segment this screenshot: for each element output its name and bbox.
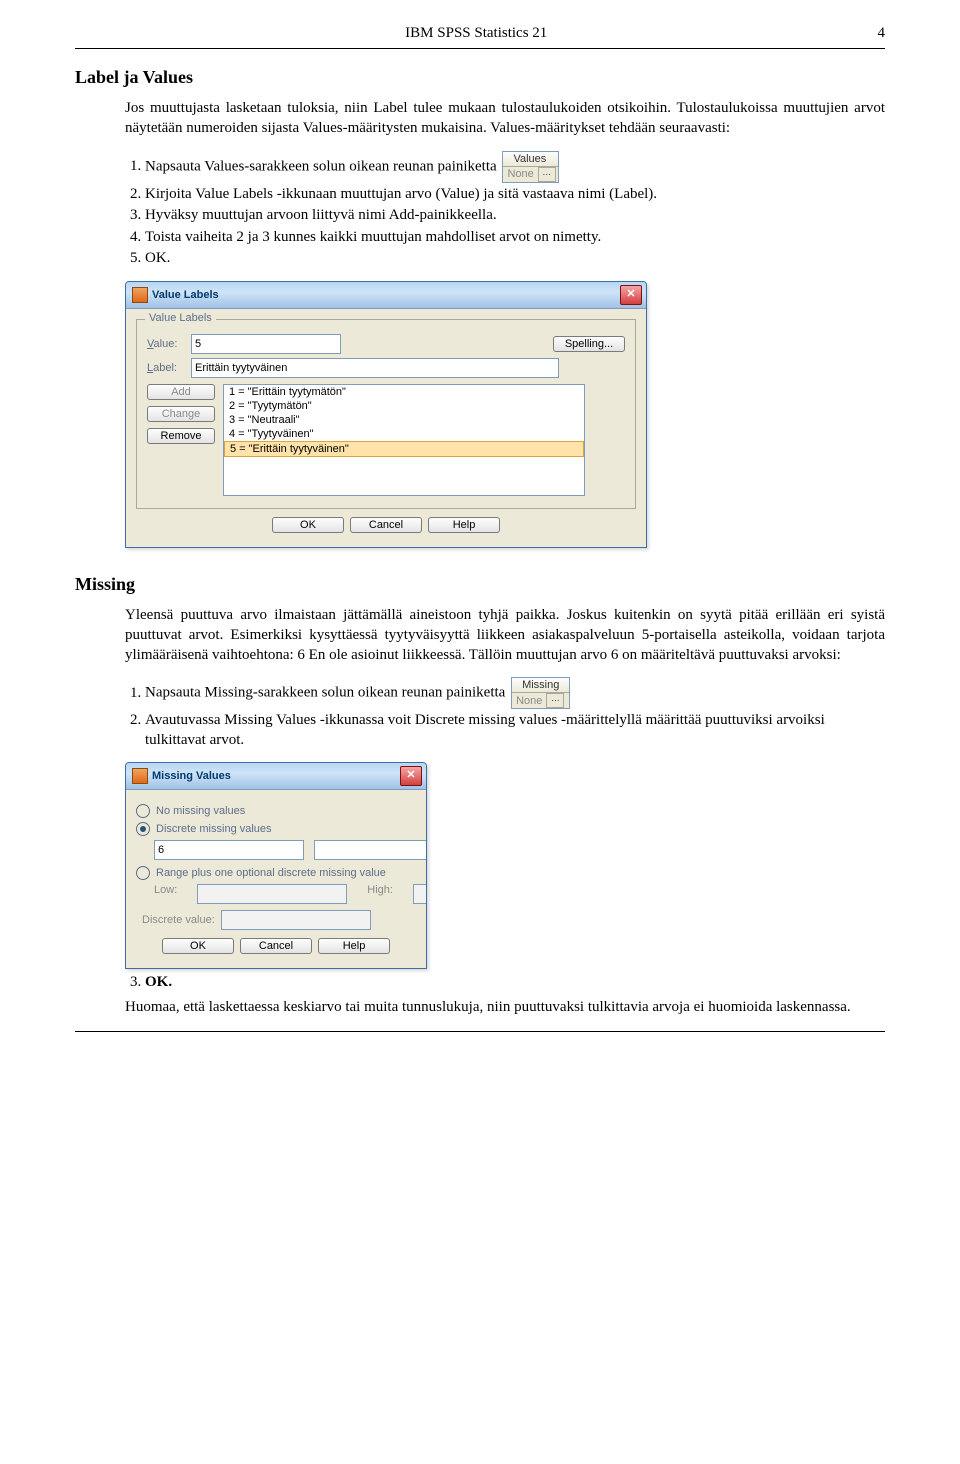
- values-cell-value: None: [507, 167, 533, 181]
- low-input: [197, 884, 347, 904]
- section1-intro: Jos muuttujasta lasketaan tuloksia, niin…: [125, 98, 885, 139]
- spelling-button[interactable]: Spelling...: [553, 336, 625, 352]
- ok-button[interactable]: OK: [272, 517, 344, 533]
- list-item: Toista vaiheita 2 ja 3 kunnes kaikki muu…: [145, 228, 885, 248]
- radio-range-plus[interactable]: Range plus one optional discrete missing…: [136, 866, 416, 880]
- help-button[interactable]: Help: [318, 938, 390, 954]
- discrete-range-value: [221, 910, 371, 930]
- value-labels-group: Value Labels Value: Spelling... Label: A…: [136, 319, 636, 509]
- group-legend: Value Labels: [145, 312, 216, 324]
- discrete-value-2[interactable]: [314, 840, 427, 860]
- ok-button[interactable]: OK: [162, 938, 234, 954]
- value-labels-list[interactable]: 1 = "Erittäin tyytymätön" 2 = "Tyytymätö…: [223, 384, 585, 496]
- missing-col-header: Missing: [512, 678, 569, 693]
- app-icon: [132, 768, 148, 784]
- page-number: 4: [877, 25, 885, 42]
- section-heading-missing: Missing: [75, 574, 885, 595]
- list-item[interactable]: 2 = "Tyytymätön": [224, 399, 584, 413]
- section-heading-label-values: Label ja Values: [75, 67, 885, 88]
- help-button[interactable]: Help: [428, 517, 500, 533]
- list-item: Napsauta Missing-sarakkeen solun oikean …: [145, 677, 885, 709]
- close-icon[interactable]: ✕: [400, 766, 422, 786]
- dialog-title: Missing Values: [152, 770, 231, 782]
- radio-icon: [136, 804, 150, 818]
- discrete-value-label: Discrete value:: [142, 914, 215, 926]
- list-item[interactable]: 5 = "Erittäin tyytyväinen": [224, 441, 584, 457]
- change-button[interactable]: Change: [147, 406, 215, 422]
- list-item: OK.: [145, 973, 885, 993]
- close-icon[interactable]: ✕: [620, 285, 642, 305]
- list-item: OK.: [145, 249, 885, 269]
- list-item: Kirjoita Value Labels -ikkunaan muuttuja…: [145, 185, 885, 205]
- section1-steps: Napsauta Values-sarakkeen solun oikean r…: [145, 151, 885, 269]
- add-button[interactable]: Add: [147, 384, 215, 400]
- value-labels-dialog: Value Labels ✕ Value Labels Value: Spell…: [125, 281, 647, 548]
- header-title: IBM SPSS Statistics 21: [405, 25, 547, 42]
- values-cell-snippet: Values None …: [502, 151, 558, 183]
- dialog-titlebar: Missing Values ✕: [126, 763, 426, 790]
- section2-intro: Yleensä puuttuva arvo ilmaistaan jättämä…: [125, 605, 885, 666]
- discrete-value-1[interactable]: [154, 840, 304, 860]
- radio-discrete-missing[interactable]: Discrete missing values: [136, 822, 416, 836]
- ellipsis-icon[interactable]: …: [546, 693, 564, 708]
- list-item: Avautuvassa Missing Values -ikkunassa vo…: [145, 711, 885, 750]
- dialog-titlebar: Value Labels ✕: [126, 282, 646, 309]
- cancel-button[interactable]: Cancel: [240, 938, 312, 954]
- radio-icon: [136, 822, 150, 836]
- section2-note: Huomaa, että laskettaessa keskiarvo tai …: [125, 997, 885, 1017]
- missing-cell-value: None: [516, 694, 542, 708]
- list-item[interactable]: 3 = "Neutraali": [224, 413, 584, 427]
- dialog-title: Value Labels: [152, 289, 219, 301]
- low-label: Low:: [154, 884, 177, 904]
- list-item[interactable]: 1 = "Erittäin tyytymätön": [224, 385, 584, 399]
- section2-steps-cont: OK.: [145, 973, 885, 993]
- radio-no-missing[interactable]: No missing values: [136, 804, 416, 818]
- label-field-label: Label:: [147, 362, 191, 374]
- section2-steps: Napsauta Missing-sarakkeen solun oikean …: [145, 677, 885, 750]
- list-item: Hyväksy muuttujan arvoon liittyvä nimi A…: [145, 206, 885, 226]
- label-input[interactable]: [191, 358, 559, 378]
- missing-cell-snippet: Missing None …: [511, 677, 570, 709]
- high-label: High:: [367, 884, 393, 904]
- missing-values-dialog: Missing Values ✕ No missing values Discr…: [125, 762, 427, 969]
- list-item[interactable]: 4 = "Tyytyväinen": [224, 427, 584, 441]
- page-header: IBM SPSS Statistics 21 4: [75, 25, 885, 42]
- cancel-button[interactable]: Cancel: [350, 517, 422, 533]
- high-input: [413, 884, 427, 904]
- ellipsis-icon[interactable]: …: [538, 167, 556, 182]
- remove-button[interactable]: Remove: [147, 428, 215, 444]
- list-item: Napsauta Values-sarakkeen solun oikean r…: [145, 151, 885, 183]
- value-input[interactable]: [191, 334, 341, 354]
- value-field-label: Value:: [147, 338, 191, 350]
- header-rule: [75, 48, 885, 49]
- footer-rule: [75, 1031, 885, 1032]
- values-col-header: Values: [503, 152, 557, 167]
- radio-icon: [136, 866, 150, 880]
- app-icon: [132, 287, 148, 303]
